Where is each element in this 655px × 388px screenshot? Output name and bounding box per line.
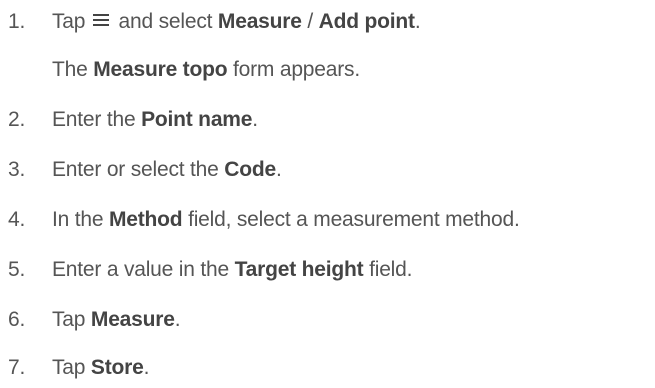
step-pre: Enter or select the xyxy=(52,158,219,181)
step-bold: Point name xyxy=(141,108,253,131)
step-1-mid: and select xyxy=(118,10,213,33)
step-bold: Target height xyxy=(234,258,364,281)
step-1-bold-add-point: Add point xyxy=(318,10,415,33)
note-bold: Measure topo xyxy=(93,58,228,81)
note-post: form appears. xyxy=(233,58,360,81)
step-text: Enter the Point name. xyxy=(52,106,258,134)
step-post: . xyxy=(275,158,282,181)
step-pre: Enter the xyxy=(52,108,136,131)
step-text: In the Method field, select a measuremen… xyxy=(52,206,520,234)
step-text: Tap Measure. xyxy=(52,306,181,334)
step-text: Tap Store. xyxy=(52,354,149,382)
step-bold: Measure xyxy=(90,308,175,331)
step-note-text: The Measure topo form appears. xyxy=(52,56,360,84)
step-number: 4. xyxy=(8,208,26,231)
step-text: Enter or select the Code. xyxy=(52,156,282,184)
note-pre: The xyxy=(52,58,88,81)
step-pre: Tap xyxy=(52,356,86,379)
step-pre: In the xyxy=(52,208,104,231)
step-number: 7. xyxy=(8,356,26,379)
procedure-steps: 1. Tap and select Measure / Add point. T… xyxy=(0,0,655,388)
step-number: 1. xyxy=(8,10,26,33)
step-bold: Code xyxy=(224,158,276,181)
step-post: . xyxy=(143,356,150,379)
menu-icon xyxy=(92,14,109,27)
step-text: Tap and select Measure / Add point. xyxy=(52,8,421,36)
step-post: field. xyxy=(369,258,413,281)
step-number: 5. xyxy=(8,258,26,281)
step-1-pre: Tap xyxy=(52,10,86,33)
step-post: . xyxy=(174,308,181,331)
step-number: 6. xyxy=(8,308,26,331)
step-1-post: . xyxy=(414,10,421,33)
step-number: 3. xyxy=(8,158,26,181)
step-post: . xyxy=(252,108,258,131)
step-1-bold-measure: Measure xyxy=(217,10,302,33)
step-bold: Method xyxy=(108,208,183,231)
step-1-sep: / xyxy=(307,10,314,33)
step-text: Enter a value in the Target height field… xyxy=(52,256,412,284)
step-bold: Store xyxy=(90,356,144,379)
step-number: 2. xyxy=(8,108,26,131)
step-pre: Enter a value in the xyxy=(52,258,229,281)
step-post: field, select a measurement method. xyxy=(188,208,520,231)
step-pre: Tap xyxy=(52,308,86,331)
